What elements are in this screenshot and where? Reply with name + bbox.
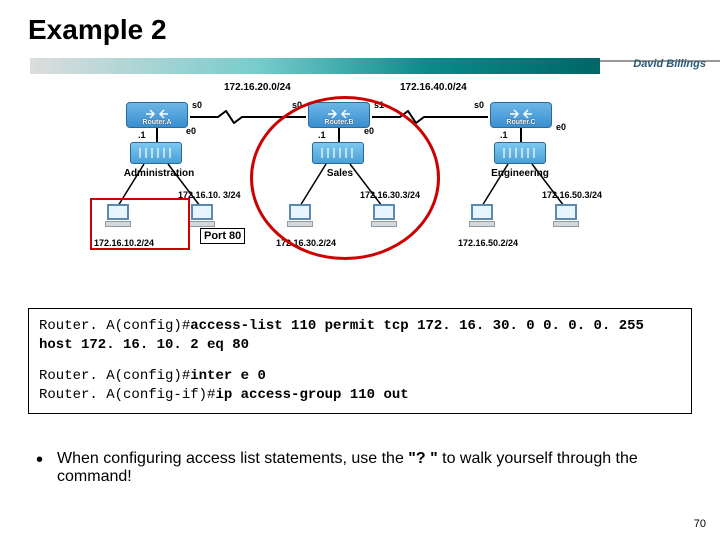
bullet-note: • When configuring access list statement…	[36, 450, 684, 486]
config-line-2: Router. A(config)#inter e 0	[39, 367, 681, 386]
header-divider	[0, 58, 720, 78]
red-circle-sales	[250, 96, 440, 260]
network-diagram: 172.16.20.0/24 172.16.40.0/24 Router.A s…	[100, 82, 620, 292]
port-annotation: Port 80	[200, 228, 245, 244]
router-a-label: Router.A	[127, 119, 187, 126]
ra-e0-ip: .1	[138, 130, 146, 140]
prompt: Router. A(config)#	[39, 368, 190, 384]
page-title: Example 2	[0, 0, 720, 46]
net-bc-label: 172.16.40.0/24	[400, 82, 467, 93]
prompt: Router. A(config-if)#	[39, 387, 215, 403]
pc-eng-right	[550, 204, 582, 234]
author-name: David Billings	[633, 58, 706, 70]
net-ab-label: 172.16.20.0/24	[224, 82, 291, 93]
rc-e0: e0	[556, 122, 566, 132]
router-a: Router.A	[126, 102, 188, 128]
pc-eng-left	[466, 204, 498, 234]
eng-net: 172.16.50.3/24	[542, 190, 602, 200]
bullet-icon: •	[36, 450, 43, 486]
bullet-text-a: When configuring access list statements,…	[57, 450, 408, 467]
link-rc-sw	[520, 128, 522, 142]
ra-e0: e0	[186, 126, 196, 136]
cmd: ip access-group 110 out	[215, 387, 408, 403]
ra-s0: s0	[192, 100, 202, 110]
prompt: Router. A(config)#	[39, 318, 190, 334]
config-box: Router. A(config)#access-list 110 permit…	[28, 308, 692, 414]
router-c-label: Router.C	[491, 119, 551, 126]
bullet-quote: "? "	[408, 450, 437, 467]
bullet-text: When configuring access list statements,…	[57, 450, 684, 486]
config-line-3: Router. A(config-if)#ip access-group 110…	[39, 386, 681, 405]
eng-pc-ip: 172.16.50.2/24	[458, 238, 518, 248]
config-line-1: Router. A(config)#access-list 110 permit…	[39, 317, 681, 355]
cmd: inter e 0	[190, 368, 266, 384]
rc-e0-ip: .1	[500, 130, 508, 140]
red-rect-adminpc	[90, 198, 190, 250]
router-c: Router.C	[490, 102, 552, 128]
link-ra-sw	[156, 128, 158, 142]
rc-s0: s0	[474, 100, 484, 110]
page-number: 70	[694, 518, 706, 530]
